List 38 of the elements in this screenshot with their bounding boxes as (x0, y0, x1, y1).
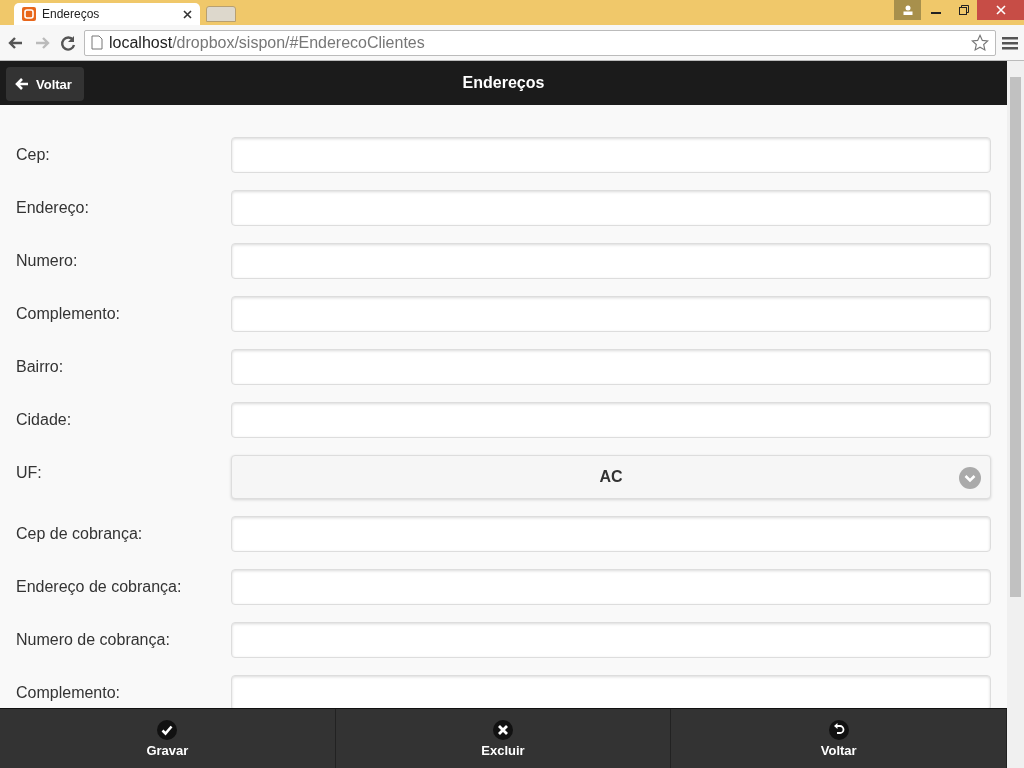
field-label: Endereço de cobrança: (16, 577, 183, 596)
address-bar[interactable]: localhost/dropbox/sispon/#EnderecoClientes (84, 29, 996, 56)
input-field[interactable] (231, 402, 991, 438)
undo-icon (828, 719, 849, 740)
input-field[interactable] (231, 243, 991, 279)
field-label: Endereço: (16, 198, 90, 217)
close-icon[interactable] (183, 9, 192, 19)
page-title: Endereços (462, 74, 545, 92)
field-label: Bairro: (16, 357, 65, 376)
input-field[interactable] (231, 516, 991, 552)
field-label: Numero: (16, 251, 79, 270)
field-label: Cep: (16, 145, 51, 164)
input-field[interactable] (231, 675, 991, 708)
scrollbar[interactable] (1007, 61, 1024, 768)
field-label: Complemento: (16, 304, 122, 323)
input-field[interactable] (231, 349, 991, 385)
field-label: Numero de cobrança: (16, 630, 171, 649)
close-icon (493, 719, 513, 740)
input-field[interactable] (231, 137, 991, 173)
page-icon (91, 35, 103, 50)
field-label: Complemento: (16, 683, 122, 702)
input-field[interactable] (231, 569, 991, 605)
browser-tab[interactable]: Endereços (14, 3, 200, 25)
left-arrow-icon (14, 76, 30, 92)
input-field[interactable] (231, 296, 991, 332)
select-field[interactable]: AC (231, 455, 991, 499)
input-field[interactable] (231, 622, 991, 658)
back-button[interactable]: Voltar (6, 67, 84, 101)
site-logo-icon (22, 7, 36, 21)
new-tab-button[interactable] (206, 6, 236, 22)
input-field[interactable] (231, 190, 991, 226)
field-label: Cidade: (16, 410, 73, 429)
chevron-down-icon (959, 467, 981, 489)
field-label: UF: (16, 463, 43, 482)
star-icon[interactable] (971, 33, 989, 52)
field-label: Cep de cobrança: (16, 524, 144, 543)
menu-icon[interactable] (1002, 35, 1018, 50)
check-icon (157, 719, 178, 740)
